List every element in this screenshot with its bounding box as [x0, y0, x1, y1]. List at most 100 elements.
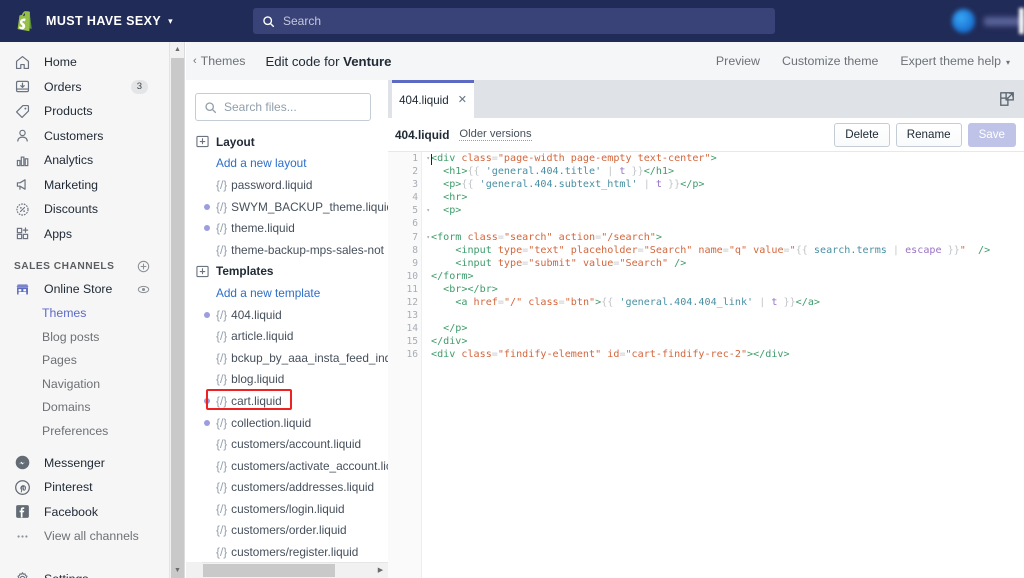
sidebar-item-products[interactable]: Products	[0, 99, 169, 124]
tree-file-blog-liquid[interactable]: {/}blog.liquid	[186, 369, 388, 391]
save-button[interactable]: Save	[968, 123, 1016, 147]
sidebar-item-home[interactable]: Home	[0, 50, 169, 75]
code-token	[431, 297, 455, 308]
scroll-right-icon[interactable]: ▶	[373, 563, 388, 578]
code-token: |	[638, 179, 656, 190]
code-line[interactable]: </form>	[431, 270, 1024, 283]
code-fold-toggle-icon[interactable]: ▾	[426, 152, 430, 165]
sidebar-item-settings[interactable]: Settings	[0, 567, 169, 578]
tree-file-customers-addresses-liquid[interactable]: {/}customers/addresses.liquid	[186, 477, 388, 499]
code-line[interactable]: <form class="search" action="/search">	[431, 231, 1024, 244]
sidebar-scrollbar-thumb[interactable]	[171, 58, 184, 578]
tree-folder-templates[interactable]: Templates	[186, 261, 388, 283]
line-number: 2	[388, 165, 421, 178]
code-token: "text"	[528, 245, 564, 256]
line-number: 15	[388, 335, 421, 348]
liquid-file-icon: {/}	[216, 545, 227, 559]
tree-file-collection-liquid[interactable]: {/}collection.liquid	[186, 412, 388, 434]
sidebar-scrollbar[interactable]: ▲ ▼	[170, 42, 185, 578]
file-tree-hscrollbar-thumb[interactable]	[203, 564, 335, 577]
store-name[interactable]: MUST HAVE SEXY	[46, 14, 161, 28]
outer-scroll-corner	[186, 562, 202, 578]
editor-tab-404-liquid[interactable]: 404.liquid ✕	[392, 80, 474, 118]
code-lines[interactable]: <div class="page-width page-empty text-c…	[431, 152, 1024, 578]
sidebar-item-messenger[interactable]: Messenger	[0, 451, 169, 476]
code-line[interactable]: <br></br>	[431, 283, 1024, 296]
code-line[interactable]: <a href="/" class="btn">{{ 'general.404.…	[431, 296, 1024, 309]
tree-file-password-liquid[interactable]: {/}password.liquid	[186, 174, 388, 196]
sidebar-item-view-all-channels[interactable]: View all channels	[0, 524, 169, 549]
liquid-file-icon: {/}	[216, 394, 227, 408]
plus-circle-icon[interactable]	[137, 260, 150, 273]
sidebar-item-domains[interactable]: Domains	[0, 396, 169, 420]
code-area[interactable]: 1▾2345▾67▾8910111213141516 <div class="p…	[388, 152, 1024, 578]
customize-theme-button[interactable]: Customize theme	[782, 54, 878, 68]
code-line[interactable]: <h1>{{ 'general.404.title' | t }}</h1>	[431, 165, 1024, 178]
sidebar-item-orders[interactable]: Orders 3	[0, 75, 169, 100]
tree-file-theme-backup-mps-sales-not[interactable]: {/}theme-backup-mps-sales-not	[186, 239, 388, 261]
code-line[interactable]: <hr>	[431, 191, 1024, 204]
rename-button[interactable]: Rename	[896, 123, 962, 147]
code-line[interactable]	[431, 309, 1024, 322]
code-line[interactable]: </div>	[431, 335, 1024, 348]
breadcrumb-back-themes[interactable]: ‹ Themes	[193, 54, 245, 68]
global-search-input[interactable]: Search	[253, 8, 775, 34]
tree-file-cart-liquid[interactable]: {/}cart.liquid	[186, 390, 388, 412]
tree-file-customers-account-liquid[interactable]: {/}customers/account.liquid	[186, 433, 388, 455]
editor-tab-strip: 404.liquid ✕	[388, 80, 1024, 118]
sidebar-item-pages[interactable]: Pages	[0, 349, 169, 373]
sidebar-item-marketing[interactable]: Marketing	[0, 173, 169, 198]
scroll-down-icon[interactable]: ▼	[170, 563, 185, 578]
sidebar-item-analytics[interactable]: Analytics	[0, 148, 169, 173]
sidebar-item-facebook[interactable]: Facebook	[0, 500, 169, 525]
code-token: <br></br>	[443, 284, 498, 295]
expand-fullscreen-icon[interactable]	[999, 91, 1015, 107]
preview-button[interactable]: Preview	[716, 54, 760, 68]
sidebar-item-label: Marketing	[44, 178, 98, 192]
sidebar-item-preferences[interactable]: Preferences	[0, 419, 169, 443]
close-icon[interactable]: ✕	[458, 95, 467, 106]
account-menu[interactable]	[930, 0, 1024, 42]
delete-button[interactable]: Delete	[834, 123, 890, 147]
tree-file-customers-register-liquid[interactable]: {/}customers/register.liquid	[186, 541, 388, 561]
sidebar-item-apps[interactable]: Apps	[0, 222, 169, 247]
code-line[interactable]: <input type="text" placeholder="Search" …	[431, 244, 1024, 257]
code-fold-toggle-icon[interactable]: ▾	[426, 231, 430, 244]
sidebar-item-discounts[interactable]: Discounts	[0, 197, 169, 222]
tree-file-bckup-insta-feed[interactable]: {/}bckup_by_aaa_insta_feed_inde	[186, 347, 388, 369]
tree-folder-layout[interactable]: Layout	[186, 131, 388, 153]
sidebar-item-navigation[interactable]: Navigation	[0, 372, 169, 396]
code-line[interactable]: <p>	[431, 204, 1024, 217]
code-line[interactable]: <div class="page-width page-empty text-c…	[431, 152, 1024, 165]
file-tree-hscrollbar[interactable]: ◀ ▶	[186, 562, 388, 578]
sidebar-item-pinterest[interactable]: Pinterest	[0, 475, 169, 500]
code-line[interactable]: <input type="submit" value="Search" />	[431, 257, 1024, 270]
code-fold-toggle-icon[interactable]: ▾	[426, 204, 430, 217]
tree-file-customers-order-liquid[interactable]: {/}customers/order.liquid	[186, 520, 388, 542]
chevron-left-icon: ‹	[193, 55, 197, 67]
sidebar-item-customers[interactable]: Customers	[0, 124, 169, 149]
code-line[interactable]: </p>	[431, 322, 1024, 335]
expert-theme-help-button[interactable]: Expert theme help▾	[900, 54, 1010, 68]
tree-file-customers-activate-account-liquid[interactable]: {/}customers/activate_account.lic	[186, 455, 388, 477]
tree-file-customers-login-liquid[interactable]: {/}customers/login.liquid	[186, 498, 388, 520]
sidebar-item-online-store[interactable]: Online Store	[0, 277, 169, 302]
sidebar-item-blog-posts[interactable]: Blog posts	[0, 325, 169, 349]
code-line[interactable]: <p>{{ 'general.404.subtext_html' | t }}<…	[431, 178, 1024, 191]
eye-icon[interactable]	[137, 283, 150, 296]
older-versions-link[interactable]: Older versions	[459, 128, 531, 141]
chevron-down-icon[interactable]: ▾	[168, 17, 173, 26]
add-new-template-link[interactable]: Add a new template	[186, 282, 388, 304]
code-token: type	[492, 245, 522, 256]
code-line[interactable]: <div class="findify-element" id="cart-fi…	[431, 348, 1024, 361]
tree-file-swym-backup-theme-liquid[interactable]: {/}SWYM_BACKUP_theme.liquid	[186, 196, 388, 218]
tree-file-article-liquid[interactable]: {/}article.liquid	[186, 325, 388, 347]
tree-file-theme-liquid[interactable]: {/}theme.liquid	[186, 217, 388, 239]
tree-file-404-liquid[interactable]: {/}404.liquid	[186, 304, 388, 326]
code-line[interactable]	[431, 217, 1024, 230]
search-files-input[interactable]: Search files...	[195, 93, 371, 121]
sidebar-item-themes[interactable]: Themes	[0, 302, 169, 326]
add-new-layout-link[interactable]: Add a new layout	[186, 153, 388, 175]
preview-label: Preview	[716, 54, 760, 68]
scroll-up-icon[interactable]: ▲	[170, 42, 185, 57]
